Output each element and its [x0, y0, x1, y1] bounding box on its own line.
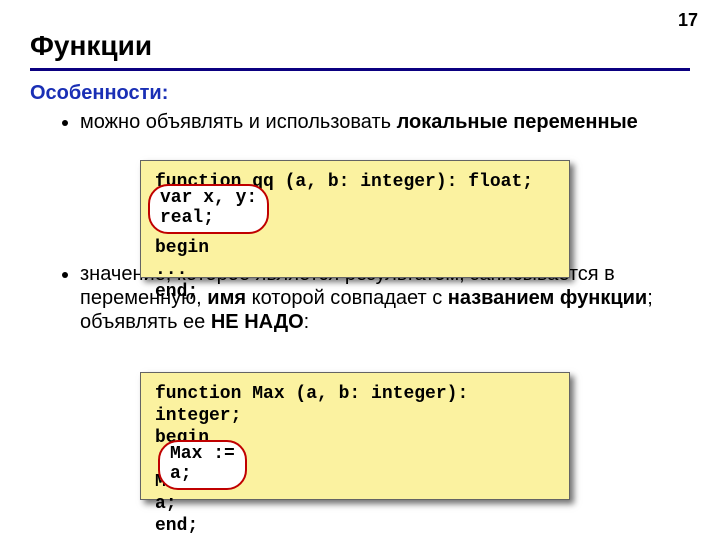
- code-line: begin: [155, 237, 555, 259]
- bullet-strong: локальные переменные: [397, 111, 638, 133]
- code-line: end;: [155, 515, 555, 537]
- code-line: function Max (a, b: integer): integer;: [155, 383, 555, 427]
- bullet-strong: НЕ НАДО: [211, 311, 304, 333]
- highlight-line: real;: [160, 208, 257, 228]
- list-item: можно объявлять и использовать локальные…: [80, 110, 690, 134]
- subheader: Особенности:: [30, 82, 168, 105]
- page-number: 17: [678, 10, 698, 31]
- code-line: a;: [155, 493, 555, 515]
- code-line: ...: [155, 259, 555, 281]
- highlight-line: var x, y:: [160, 188, 257, 208]
- highlight-2: Max := a;: [158, 440, 247, 490]
- slide: 17 Функции Особенности: можно объявлять …: [0, 0, 720, 540]
- bullet-text: можно объявлять и использовать: [80, 111, 397, 133]
- highlight-line: Max :=: [170, 444, 235, 464]
- bullet-text: :: [304, 311, 310, 333]
- title-rule: [30, 68, 690, 71]
- page-title: Функции: [30, 30, 152, 62]
- highlight-line: a;: [170, 464, 235, 484]
- code-line: end;: [155, 281, 555, 303]
- highlight-1: var x, y: real;: [148, 184, 269, 234]
